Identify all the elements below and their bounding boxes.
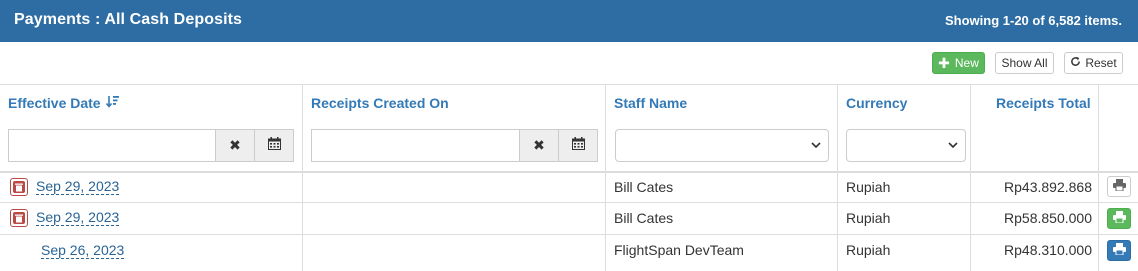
column-divider xyxy=(837,85,838,271)
close-icon: ✖ xyxy=(533,137,545,153)
currency-filter-select[interactable] xyxy=(846,129,966,162)
trash-icon xyxy=(13,181,25,193)
staff-name-cell: Bill Cates xyxy=(614,179,674,195)
print-button[interactable] xyxy=(1107,176,1131,197)
effective-date-link[interactable]: Sep 29, 2023 xyxy=(36,178,120,195)
show-all-button[interactable]: Show All xyxy=(995,52,1054,74)
chevron-down-icon xyxy=(811,142,821,149)
print-button[interactable] xyxy=(1107,208,1131,229)
column-header-receipts-created-on[interactable]: Receipts Created On xyxy=(311,95,449,111)
clear-receipts-created-on-button[interactable]: ✖ xyxy=(519,129,559,162)
column-divider xyxy=(970,85,971,271)
trash-icon xyxy=(13,212,25,224)
receipts-created-on-calendar-button[interactable] xyxy=(558,129,598,162)
print-icon xyxy=(1112,178,1126,196)
calendar-icon xyxy=(267,136,281,155)
column-header-label: Effective Date xyxy=(8,95,101,111)
staff-name-cell: Bill Cates xyxy=(614,210,674,226)
column-divider xyxy=(1098,85,1099,271)
reset-button[interactable]: Reset xyxy=(1064,52,1123,74)
delete-button[interactable] xyxy=(10,178,28,196)
print-icon xyxy=(1112,242,1126,260)
refresh-icon xyxy=(1070,56,1081,70)
column-header-currency[interactable]: Currency xyxy=(846,95,907,111)
sort-desc-icon[interactable] xyxy=(105,95,120,111)
column-header-staff-name[interactable]: Staff Name xyxy=(614,95,687,111)
staff-name-filter-select[interactable] xyxy=(615,129,829,162)
effective-date-calendar-button[interactable] xyxy=(254,129,294,162)
column-divider xyxy=(302,85,303,271)
plus-icon: ✚ xyxy=(938,55,950,71)
page-title: Payments : All Cash Deposits xyxy=(14,11,243,28)
row-divider xyxy=(0,202,1138,203)
effective-date-link[interactable]: Sep 26, 2023 xyxy=(41,242,125,259)
column-header-receipts-total[interactable]: Receipts Total xyxy=(996,95,1091,111)
toolbar: ✚ New Show All Reset xyxy=(0,42,1138,85)
receipts-total-cell: Rp43.892.868 xyxy=(1004,179,1092,195)
column-divider xyxy=(605,85,606,271)
column-header-effective-date[interactable]: Effective Date xyxy=(8,95,120,111)
print-button[interactable] xyxy=(1107,240,1131,261)
header-divider xyxy=(0,171,1138,173)
receipts-created-on-filter-input[interactable] xyxy=(311,129,520,162)
effective-date-link[interactable]: Sep 29, 2023 xyxy=(36,209,120,226)
new-button-label: New xyxy=(954,56,979,70)
print-icon xyxy=(1112,210,1126,228)
calendar-icon xyxy=(571,136,585,155)
chevron-down-icon xyxy=(948,142,958,149)
receipts-total-cell: Rp58.850.000 xyxy=(1004,210,1092,226)
delete-button[interactable] xyxy=(10,209,28,227)
items-count: Showing 1-20 of 6,582 items. xyxy=(945,13,1122,28)
effective-date-filter-input[interactable] xyxy=(8,129,216,162)
currency-cell: Rupiah xyxy=(846,179,891,195)
currency-cell: Rupiah xyxy=(846,210,891,226)
currency-cell: Rupiah xyxy=(846,242,891,258)
page-header: Payments : All Cash Deposits Showing 1-2… xyxy=(0,0,1138,42)
reset-button-label: Reset xyxy=(1085,56,1117,70)
new-button[interactable]: ✚ New xyxy=(932,52,985,74)
close-icon: ✖ xyxy=(229,137,241,153)
row-divider xyxy=(0,234,1138,235)
receipts-total-cell: Rp48.310.000 xyxy=(1004,242,1092,258)
clear-effective-date-button[interactable]: ✖ xyxy=(215,129,255,162)
staff-name-cell: FlightSpan DevTeam xyxy=(614,242,744,258)
